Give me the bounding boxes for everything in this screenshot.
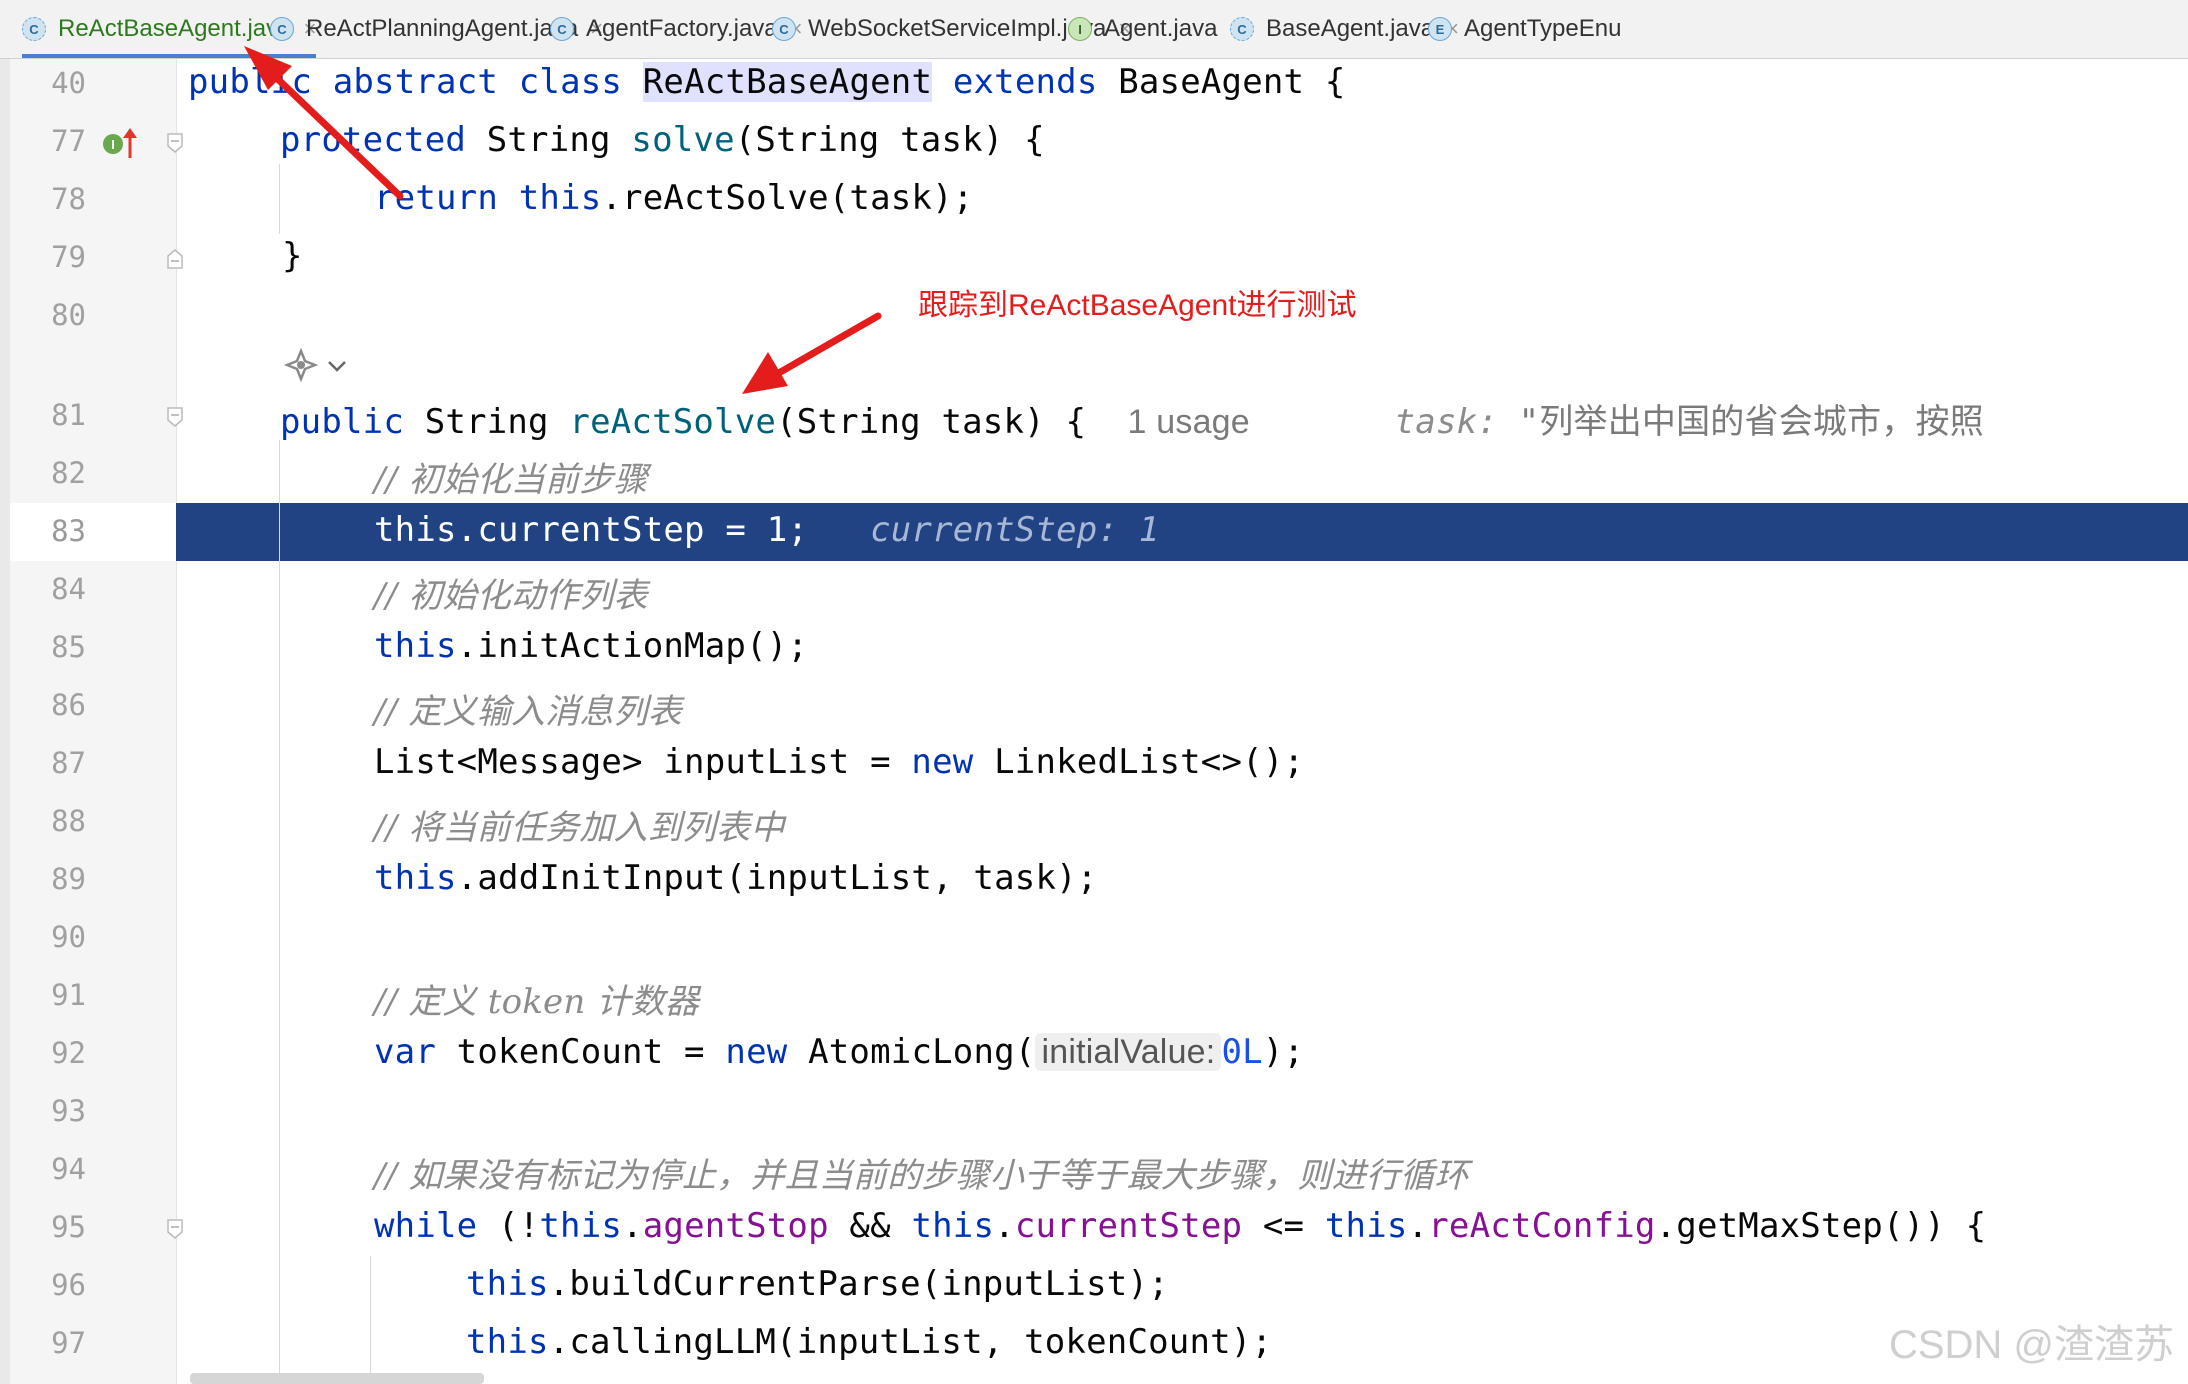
code-line-88: // 将当前任务加入到列表中 xyxy=(374,808,785,848)
line-number: 93 xyxy=(51,1094,86,1128)
line-number: 84 xyxy=(51,572,86,606)
debug-value-name: task: xyxy=(1394,402,1498,442)
class-abstract-icon: C xyxy=(22,17,46,41)
usage-hint[interactable]: 1 usage xyxy=(1128,403,1250,441)
line-number: 94 xyxy=(51,1152,86,1186)
indent-guide xyxy=(370,1256,371,1380)
debug-value: "列举出中国的省会城市，按照 xyxy=(1518,402,1984,442)
code-line-86: // 定义输入消息列表 xyxy=(374,692,682,732)
watermark: CSDN @渣渣苏 xyxy=(1888,1323,2174,1367)
fold-end-icon[interactable] xyxy=(166,248,184,270)
line-number: 88 xyxy=(51,804,86,838)
tab-label: ReActPlanningAgent.java xyxy=(306,15,579,42)
code-line-96: this.buildCurrentParse(inputList); xyxy=(466,1264,1169,1304)
line-number: 77 xyxy=(51,124,86,158)
class-icon: C xyxy=(270,17,294,41)
editor-tab-bar: C ReActBaseAgent.java × C ReActPlanningA… xyxy=(0,0,2188,59)
fold-icon[interactable] xyxy=(166,1218,184,1240)
code-line-91: // 定义 token 计数器 xyxy=(374,982,700,1022)
tab-label: ReActBaseAgent.java xyxy=(58,15,292,42)
code-line-82: // 初始化当前步骤 xyxy=(374,460,648,500)
indent-guide xyxy=(279,164,280,234)
class-abstract-icon: C xyxy=(1230,17,1254,41)
tab-agent[interactable]: I Agent.java × xyxy=(1068,0,1242,58)
line-number: 78 xyxy=(51,182,86,216)
line-number: 40 xyxy=(51,66,86,100)
parameter-hint: initialValue: xyxy=(1035,1033,1222,1071)
line-number: 95 xyxy=(51,1210,86,1244)
code-line-78: return this.reActSolve(task); xyxy=(374,178,974,218)
indent-guide xyxy=(279,440,280,1380)
tab-agent-type-enum[interactable]: E AgentTypeEnu xyxy=(1428,0,1621,58)
line-number: 79 xyxy=(51,240,86,274)
code-line-94: // 如果没有标记为停止，并且当前的步骤小于等于最大步骤，则进行循环 xyxy=(374,1156,1469,1196)
line-number: 81 xyxy=(51,398,86,432)
line-number: 82 xyxy=(51,456,86,490)
tab-label: BaseAgent.java xyxy=(1266,15,1435,42)
override-method-icon[interactable]: I xyxy=(100,126,140,162)
line-number: 90 xyxy=(51,920,86,954)
tab-base-agent[interactable]: C BaseAgent.java × xyxy=(1230,0,1459,58)
code-line-89: this.addInitInput(inputList, task); xyxy=(374,858,1098,898)
code-line-81: public String reActSolve(String task) { … xyxy=(280,402,1984,442)
code-line-83: this.currentStep = 1; currentStep: 1 xyxy=(374,510,1160,550)
code-line-85: this.initActionMap(); xyxy=(374,626,809,666)
enum-icon: E xyxy=(1428,17,1452,41)
fold-icon[interactable] xyxy=(166,132,184,154)
debug-value: currentStep: 1 xyxy=(870,510,1160,550)
horizontal-scrollbar[interactable] xyxy=(190,1373,484,1384)
line-number: 91 xyxy=(51,978,86,1012)
tab-label: WebSocketServiceImpl.java xyxy=(808,15,1107,42)
arrow-to-method xyxy=(742,312,882,394)
tab-label: AgentFactory.java xyxy=(586,15,778,42)
chevron-down-icon[interactable] xyxy=(326,356,348,376)
code-line-95: while (!this.agentStop && this.currentSt… xyxy=(374,1206,1987,1246)
code-line-77: protected String solve(String task) { xyxy=(280,120,1045,160)
code-line-40: public abstract class ReActBaseAgent ext… xyxy=(188,62,1346,102)
tab-agent-factory[interactable]: C AgentFactory.java × xyxy=(550,0,803,58)
line-number: 80 xyxy=(51,298,86,332)
class-icon: C xyxy=(550,17,574,41)
line-number: 92 xyxy=(51,1036,86,1070)
code-line-79: } xyxy=(282,236,303,276)
interface-icon: I xyxy=(1068,17,1092,41)
svg-text:I: I xyxy=(111,137,115,152)
ai-action-icon[interactable] xyxy=(284,348,318,382)
line-number: 97 xyxy=(51,1326,86,1360)
code-line-97: this.callingLLM(inputList, tokenCount); xyxy=(466,1322,1273,1362)
line-number: 89 xyxy=(51,862,86,896)
code-line-87: List<Message> inputList = new LinkedList… xyxy=(374,742,1305,782)
annotation-text: 跟踪到ReActBaseAgent进行测试 xyxy=(918,289,1357,322)
line-number: 96 xyxy=(51,1268,86,1302)
class-icon: C xyxy=(772,17,796,41)
code-line-92: var tokenCount = new AtomicLong(initialV… xyxy=(374,1032,1305,1072)
fold-icon[interactable] xyxy=(166,406,184,428)
line-number: 85 xyxy=(51,630,86,664)
code-line-84: // 初始化动作列表 xyxy=(374,576,648,616)
tab-label: Agent.java xyxy=(1104,15,1218,42)
line-number: 86 xyxy=(51,688,86,722)
tab-label: AgentTypeEnu xyxy=(1464,15,1622,42)
line-number: 87 xyxy=(51,746,86,780)
line-number-current: 83 xyxy=(51,514,86,548)
